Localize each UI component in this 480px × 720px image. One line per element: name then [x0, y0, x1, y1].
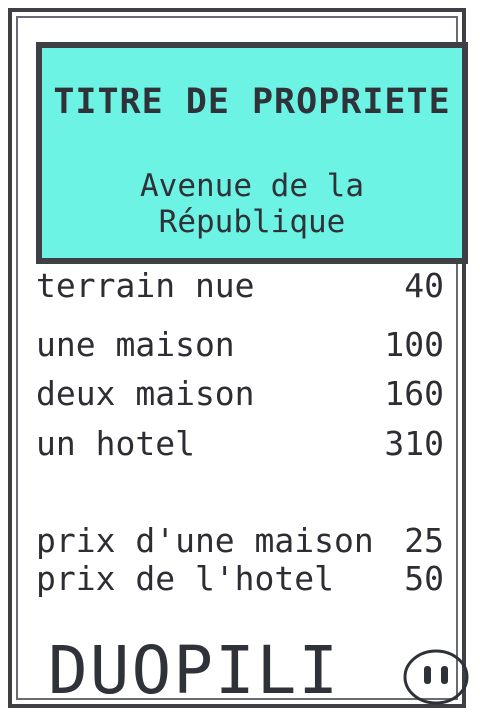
price-label: deux maison: [36, 374, 255, 413]
price-label: terrain nue: [36, 266, 255, 305]
price-label: prix de l'hotel: [36, 559, 335, 598]
brand-name: DUOPILI: [48, 632, 341, 709]
price-value: 40: [404, 266, 444, 305]
price-row-une-maison: une maison 100: [36, 325, 444, 365]
price-value: 160: [384, 374, 444, 413]
price-value: 310: [384, 424, 444, 463]
street-name: Avenue de la République: [140, 168, 364, 240]
price-value: 50: [404, 559, 444, 598]
price-label: une maison: [36, 325, 235, 364]
price-label: un hotel: [36, 424, 195, 463]
title-deed-box: TITRE DE PROPRIETE Avenue de la Républiq…: [36, 42, 468, 264]
price-row-deux-maison: deux maison 160: [36, 374, 444, 414]
title-deed-title: TITRE DE PROPRIETE: [53, 82, 451, 122]
pig-face-icon: [403, 649, 469, 705]
price-row-hotel: un hotel 310: [36, 424, 444, 464]
price-row-maison-cost: prix d'une maison 25: [36, 521, 444, 561]
property-card: TITRE DE PROPRIETE Avenue de la Républiq…: [8, 8, 469, 709]
price-label: prix d'une maison: [36, 521, 374, 560]
price-value: 25: [404, 521, 444, 560]
price-row-hotel-cost: prix de l'hotel 50: [36, 559, 444, 599]
price-value: 100: [384, 325, 444, 364]
price-row-terrain: terrain nue 40: [36, 266, 444, 306]
